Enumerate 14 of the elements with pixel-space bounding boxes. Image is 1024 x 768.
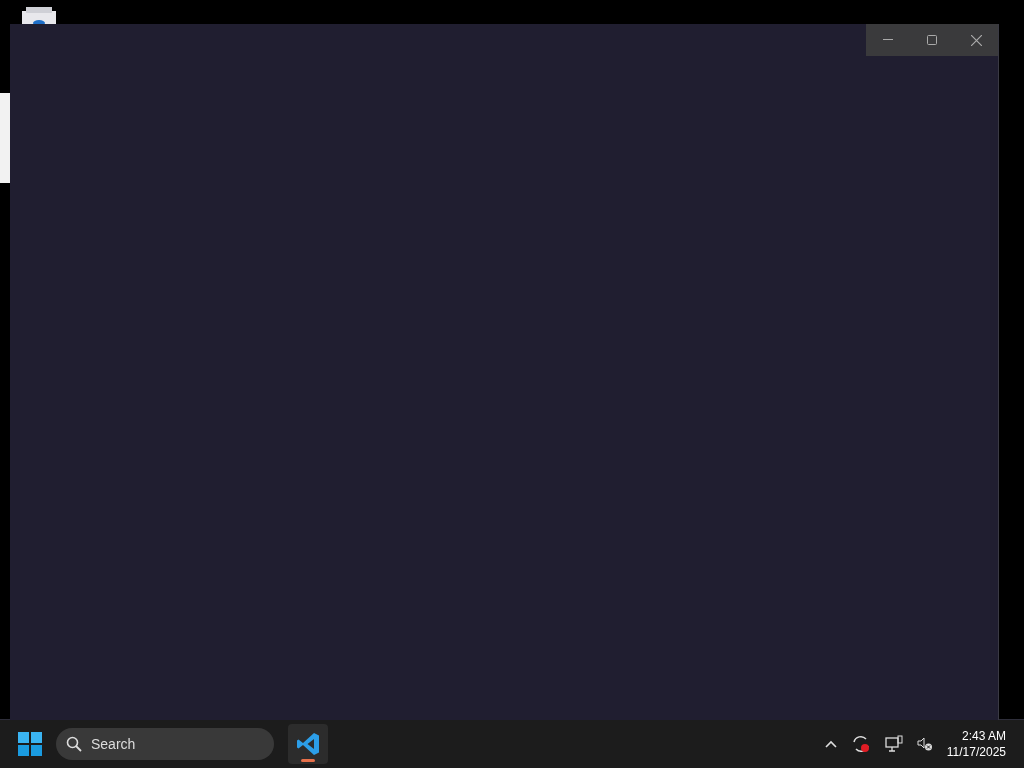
recycle-bin-icon[interactable] — [20, 5, 58, 25]
code-editor-icon — [295, 731, 321, 757]
search-field[interactable]: Search — [56, 728, 274, 760]
start-icon[interactable] — [18, 732, 42, 756]
clock-date[interactable]: 11/17/2025 — [946, 744, 1006, 760]
chevron-up-icon[interactable] — [824, 740, 837, 748]
taskbar-app[interactable] — [288, 724, 328, 764]
monitor-icon[interactable] — [884, 735, 903, 753]
clock-time[interactable]: 2:43 AM — [961, 728, 1006, 744]
sync-icon[interactable] — [850, 734, 871, 754]
close-icon — [970, 34, 982, 46]
speaker-muted-icon[interactable] — [916, 736, 933, 752]
minimize-icon — [883, 39, 893, 41]
maximize-icon — [927, 35, 937, 45]
